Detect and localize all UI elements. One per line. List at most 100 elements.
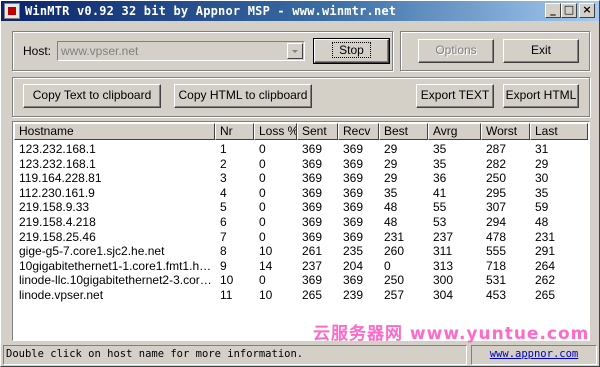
column-header-avrg[interactable]: Avrg xyxy=(428,123,481,140)
table-row[interactable]: 10gigabitethernet1-1.core1.fmt1.he.net 9 1… xyxy=(14,259,588,273)
cell-loss: 14 xyxy=(259,258,273,273)
cell-last: 59 xyxy=(535,200,549,215)
column-header-loss[interactable]: Loss % xyxy=(254,123,297,140)
copy-html-button[interactable]: Copy HTML to clipboard xyxy=(174,84,312,108)
cell-best: 260 xyxy=(384,244,405,259)
cell-worst: 250 xyxy=(486,171,507,186)
cell-hostname: linode-llc.10gigabitethernet2-3.core1.fm… xyxy=(19,273,215,288)
exit-button-label: Exit xyxy=(530,43,551,57)
cell-nr: 2 xyxy=(220,156,227,171)
table-header: Hostname Nr Loss % Sent Recv Best Avrg Worst Las… xyxy=(14,123,588,140)
column-header-sent[interactable]: Sent xyxy=(297,123,338,140)
cell-hostname: 119.164.228.81 xyxy=(19,171,102,186)
host-label: Host: xyxy=(23,44,52,58)
minimize-button[interactable]: _ xyxy=(545,3,561,18)
close-button[interactable]: × xyxy=(579,3,595,18)
table-row[interactable]: 119.164.228.81 3 0 369 369 29 36 250 30 xyxy=(14,171,588,185)
cell-recv: 369 xyxy=(343,200,364,215)
cell-hostname: 123.232.168.1 xyxy=(19,156,96,171)
table-row[interactable]: 219.158.4.218 6 0 369 369 48 53 294 48 xyxy=(14,215,588,229)
cell-hostname: 123.232.168.1 xyxy=(19,142,96,156)
column-header-nr[interactable]: Nr xyxy=(215,123,254,140)
cell-avrg: 53 xyxy=(433,215,447,229)
table-row[interactable]: 123.232.168.1 2 0 369 369 29 35 282 29 xyxy=(14,157,588,171)
cell-sent: 369 xyxy=(302,171,323,186)
column-header-recv[interactable]: Recv xyxy=(338,123,379,140)
cell-nr: 8 xyxy=(220,244,227,259)
trace-table[interactable]: Hostname Nr Loss % Sent Recv Best Avrg Worst Las… xyxy=(12,121,590,341)
cell-hostname: 112.230.161.9 xyxy=(19,185,95,200)
export-html-button[interactable]: Export HTML xyxy=(503,84,579,108)
appnor-link[interactable]: www.appnor.com xyxy=(471,345,597,365)
status-message: Double click on host name for more infor… xyxy=(3,345,467,365)
cell-nr: 6 xyxy=(220,215,227,229)
host-combobox[interactable]: www.vpser.net xyxy=(57,41,305,61)
exit-button[interactable]: Exit xyxy=(503,39,579,63)
cell-avrg: 237 xyxy=(433,229,454,244)
table-row[interactable]: gige-g5-7.core1.sjc2.he.net 8 10 261 235 260 3… xyxy=(14,244,588,258)
cell-best: 29 xyxy=(384,142,398,156)
title-bar[interactable]: WinMTR v0.92 32 bit by Appnor MSP - www.… xyxy=(1,1,599,21)
copy-text-button-label: Copy Text to clipboard xyxy=(32,88,152,102)
cell-avrg: 311 xyxy=(433,244,453,259)
cell-sent: 369 xyxy=(302,215,323,229)
cell-best: 48 xyxy=(384,215,398,229)
cell-recv: 369 xyxy=(343,273,364,288)
cell-sent: 369 xyxy=(302,229,323,244)
maximize-button[interactable]: □ xyxy=(561,3,577,18)
host-input[interactable]: www.vpser.net xyxy=(61,44,138,58)
cell-loss: 0 xyxy=(259,273,266,288)
column-header-hostname[interactable]: Hostname xyxy=(14,123,215,140)
cell-worst: 453 xyxy=(486,288,507,302)
column-header-last[interactable]: Last xyxy=(530,123,588,140)
cell-hostname: 10gigabitethernet1-1.core1.fmt1.he.net xyxy=(19,258,215,273)
column-header-worst[interactable]: Worst xyxy=(481,123,530,140)
status-bar: Double click on host name for more infor… xyxy=(3,345,597,365)
table-row[interactable]: 112.230.161.9 4 0 369 369 35 41 295 35 xyxy=(14,186,588,200)
cell-recv: 369 xyxy=(343,171,364,186)
cell-avrg: 41 xyxy=(433,185,447,200)
cell-nr: 4 xyxy=(220,185,227,200)
cell-nr: 7 xyxy=(220,229,227,244)
table-row[interactable]: linode-llc.10gigabitethernet2-3.core1.fm… xyxy=(14,273,588,287)
cell-recv: 369 xyxy=(343,142,364,156)
table-row[interactable]: 219.158.9.33 5 0 369 369 48 55 307 59 xyxy=(14,200,588,214)
cell-hostname: 219.158.25.46 xyxy=(19,229,96,244)
cell-avrg: 36 xyxy=(433,171,447,186)
cell-last: 291 xyxy=(535,244,556,259)
column-header-best[interactable]: Best xyxy=(379,123,428,140)
copy-text-button[interactable]: Copy Text to clipboard xyxy=(23,84,161,108)
cell-hostname: 219.158.4.218 xyxy=(19,215,96,229)
table-row[interactable]: 123.232.168.1 1 0 369 369 29 35 287 31 xyxy=(14,142,588,156)
cell-best: 48 xyxy=(384,200,398,215)
export-text-button[interactable]: Export TEXT xyxy=(416,84,494,108)
cell-loss: 0 xyxy=(259,142,266,156)
cell-best: 257 xyxy=(384,288,405,302)
chevron-down-icon[interactable] xyxy=(287,43,303,59)
cell-loss: 0 xyxy=(259,200,266,215)
cell-sent: 261 xyxy=(302,244,323,259)
cell-worst: 287 xyxy=(486,142,507,156)
options-button[interactable]: Options xyxy=(418,39,494,63)
cell-nr: 10 xyxy=(220,273,234,288)
cell-loss: 0 xyxy=(259,171,266,186)
cell-loss: 0 xyxy=(259,156,266,171)
cell-worst: 282 xyxy=(486,156,507,171)
cell-worst: 307 xyxy=(486,200,507,215)
cell-recv: 239 xyxy=(343,288,364,302)
app-icon xyxy=(4,3,20,19)
stop-button[interactable]: Stop xyxy=(313,38,390,64)
cell-recv: 369 xyxy=(343,229,364,244)
cell-avrg: 35 xyxy=(433,156,447,171)
table-row[interactable]: 219.158.25.46 7 0 369 369 231 237 478 231 xyxy=(14,230,588,244)
cell-last: 31 xyxy=(535,142,549,156)
cell-sent: 369 xyxy=(302,200,323,215)
cell-hostname: 219.158.9.33 xyxy=(19,200,90,215)
cell-worst: 478 xyxy=(486,229,507,244)
cell-avrg: 300 xyxy=(433,273,454,288)
cell-best: 231 xyxy=(384,229,405,244)
cell-avrg: 304 xyxy=(433,288,454,302)
cell-recv: 369 xyxy=(343,185,364,200)
cell-nr: 5 xyxy=(220,200,227,215)
table-row[interactable]: linode.vpser.net 11 10 265 239 257 304 453 265 xyxy=(14,288,588,302)
